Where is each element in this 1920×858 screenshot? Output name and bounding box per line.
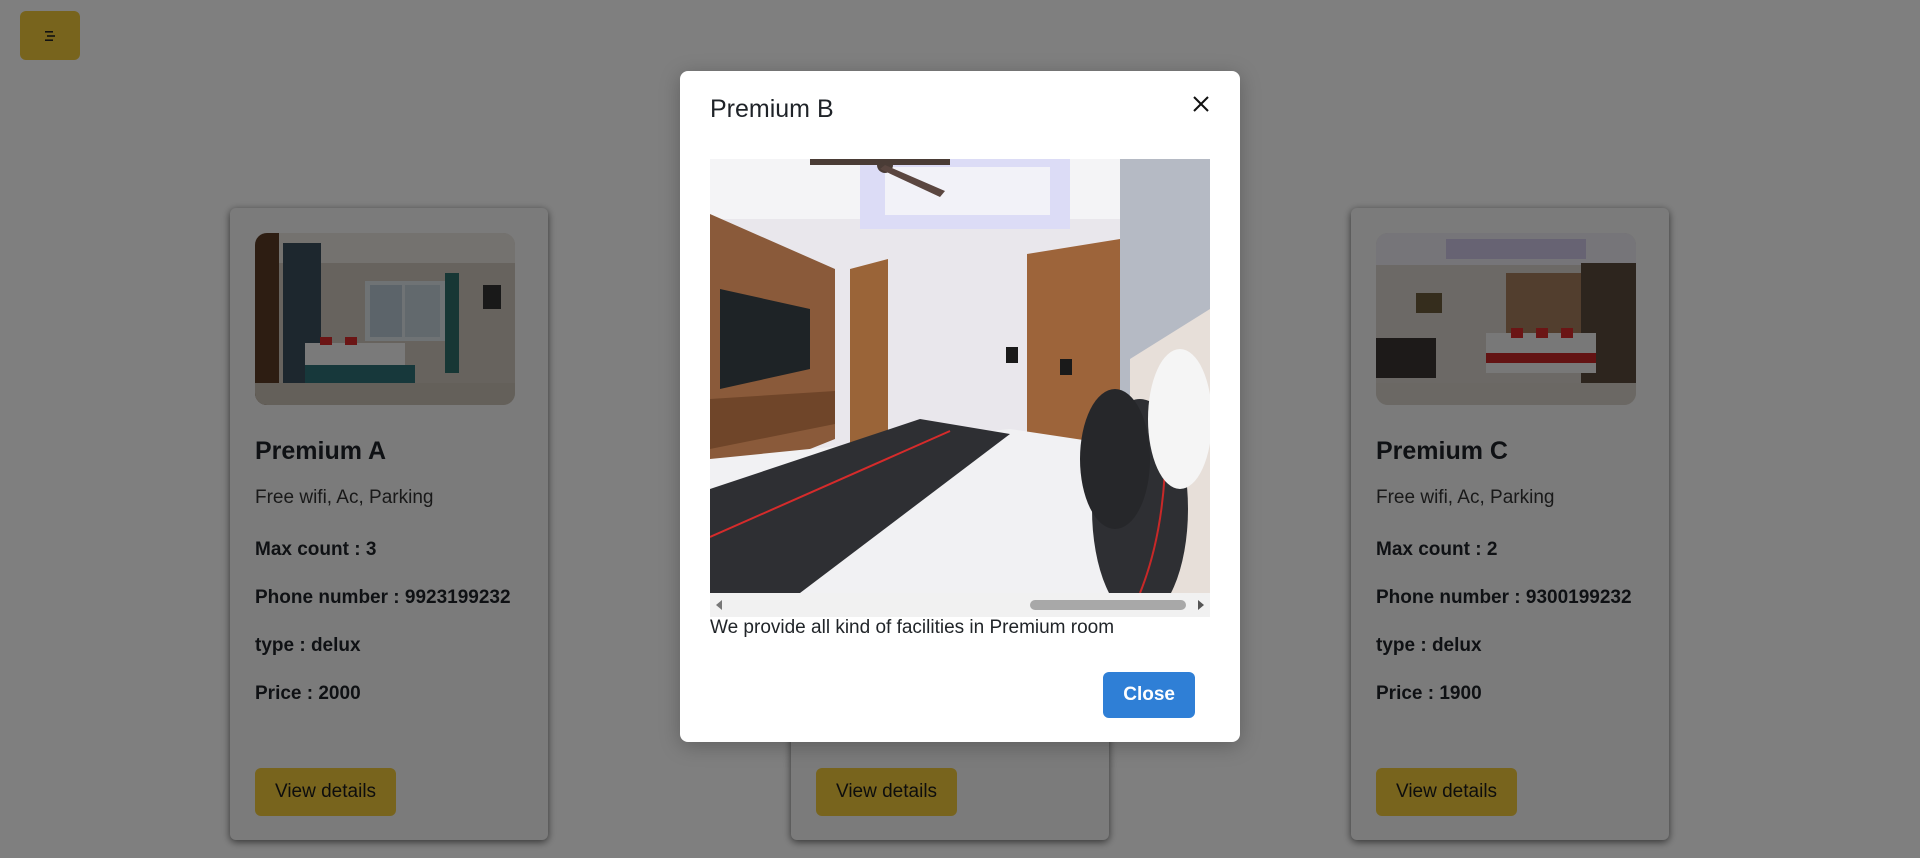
image-scroll-area[interactable]	[710, 159, 1210, 617]
scrollbar-thumb[interactable]	[1030, 600, 1186, 610]
modal-description: We provide all kind of facilities in Pre…	[710, 617, 1115, 638]
scroll-right-arrow-icon[interactable]	[1196, 599, 1206, 611]
close-icon	[1193, 96, 1209, 112]
modal-title: Premium B	[710, 95, 834, 123]
scroll-left-arrow-icon[interactable]	[714, 599, 724, 611]
room-photo-large	[710, 159, 1210, 593]
horizontal-scrollbar[interactable]	[710, 593, 1210, 617]
room-details-modal: Premium B We provide all kind of facilit…	[680, 71, 1240, 742]
close-button[interactable]: Close	[1103, 672, 1195, 718]
modal-close-button[interactable]	[1186, 89, 1216, 119]
